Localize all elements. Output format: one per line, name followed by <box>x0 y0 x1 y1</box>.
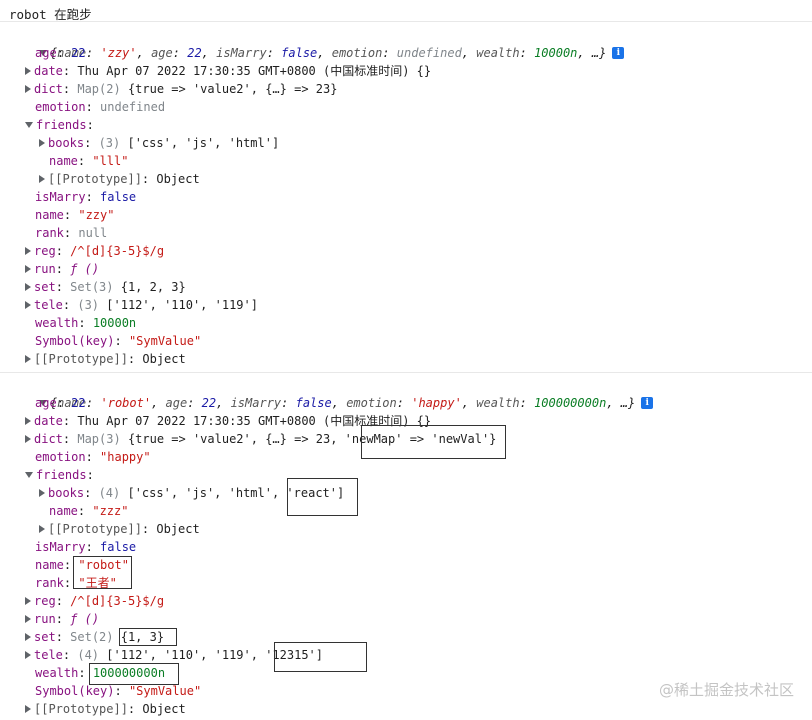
prop-date[interactable]: date: Thu Apr 07 2022 17:30:35 GMT+0800 … <box>25 62 431 80</box>
prop-friends-name: name: "zzz" <box>49 504 129 518</box>
expand-arrow-icon[interactable] <box>25 434 31 443</box>
highlight-box-books-react <box>287 478 358 516</box>
expand-arrow-icon[interactable] <box>25 84 31 93</box>
prop-run[interactable]: run: ƒ () <box>25 260 99 278</box>
prop-friends[interactable]: friends: <box>25 466 94 484</box>
highlight-box-set <box>119 628 177 646</box>
expand-arrow-icon[interactable] <box>25 121 33 128</box>
object-second: {name: 'robot', age: 22, isMarry: false,… <box>0 372 812 716</box>
prop-friends-prototype[interactable]: [[Prototype]]: Object <box>39 170 200 188</box>
watermark: @稀土掘金技术社区 <box>658 681 794 699</box>
prop-tele[interactable]: tele: (3) ['112', '110', '119'] <box>25 296 258 314</box>
prop-friends[interactable]: friends: <box>25 116 94 134</box>
prop-prototype[interactable]: [[Prototype]]: Object <box>25 700 186 718</box>
prop-set[interactable]: set: Set(3) {1, 2, 3} <box>25 278 186 296</box>
expand-arrow-icon[interactable] <box>25 650 31 659</box>
expand-arrow-icon[interactable] <box>25 704 31 713</box>
highlight-box-dict-newmap <box>361 425 506 459</box>
prop-reg[interactable]: reg: /^[d]{3-5}$/g <box>25 592 164 610</box>
expand-arrow-icon[interactable] <box>25 282 31 291</box>
prop-emotion: emotion: undefined <box>35 100 166 114</box>
prop-reg[interactable]: reg: /^[d]{3-5}$/g <box>25 242 164 260</box>
expand-arrow-icon[interactable] <box>25 66 31 75</box>
expand-arrow-icon[interactable] <box>25 614 31 623</box>
prop-dict[interactable]: dict: Map(2) {true => 'value2', {…} => 2… <box>25 80 337 98</box>
expand-arrow-icon[interactable] <box>39 174 45 183</box>
prop-isMarry: isMarry: false <box>35 540 137 554</box>
expand-arrow-icon[interactable] <box>39 488 45 497</box>
expand-arrow-icon[interactable] <box>25 354 31 363</box>
prop-friends-books[interactable]: books: (3) ['css', 'js', 'html'] <box>39 134 279 152</box>
console-log-message: robot 在跑步 <box>0 0 812 22</box>
prop-name: name: "zzy" <box>35 208 115 222</box>
prop-age: age: 22 <box>35 396 86 410</box>
highlight-box-name-rank <box>73 556 132 589</box>
info-icon[interactable]: i <box>612 46 625 59</box>
prop-isMarry: isMarry: false <box>35 190 137 204</box>
object-summary[interactable]: {name: 'zzy', age: 22, isMarry: false, e… <box>10 26 625 60</box>
expand-arrow-icon[interactable] <box>25 416 31 425</box>
expand-arrow-icon[interactable] <box>39 138 45 147</box>
highlight-box-wealth <box>89 663 179 685</box>
prop-prototype[interactable]: [[Prototype]]: Object <box>25 350 186 368</box>
prop-emotion: emotion: "happy" <box>35 450 151 464</box>
prop-symbol: Symbol(key): "SymValue" <box>35 334 202 348</box>
highlight-box-tele-12315 <box>274 642 367 672</box>
expand-arrow-icon[interactable] <box>25 246 31 255</box>
expand-arrow-icon[interactable] <box>39 524 45 533</box>
prop-age: age: 22 <box>35 46 86 60</box>
info-icon[interactable]: i <box>641 396 654 409</box>
prop-friends-prototype[interactable]: [[Prototype]]: Object <box>39 520 200 538</box>
prop-rank: rank: null <box>35 226 108 240</box>
expand-arrow-icon[interactable] <box>25 300 31 309</box>
prop-wealth: wealth: 10000n <box>35 316 137 330</box>
prop-run[interactable]: run: ƒ () <box>25 610 99 628</box>
expand-arrow-icon[interactable] <box>25 596 31 605</box>
prop-friends-name: name: "lll" <box>49 154 129 168</box>
expand-arrow-icon[interactable] <box>25 471 33 478</box>
log-text: robot 在跑步 <box>9 7 92 22</box>
expand-arrow-icon[interactable] <box>25 632 31 641</box>
object-summary[interactable]: {name: 'robot', age: 22, isMarry: false,… <box>10 376 654 410</box>
expand-arrow-icon[interactable] <box>25 264 31 273</box>
